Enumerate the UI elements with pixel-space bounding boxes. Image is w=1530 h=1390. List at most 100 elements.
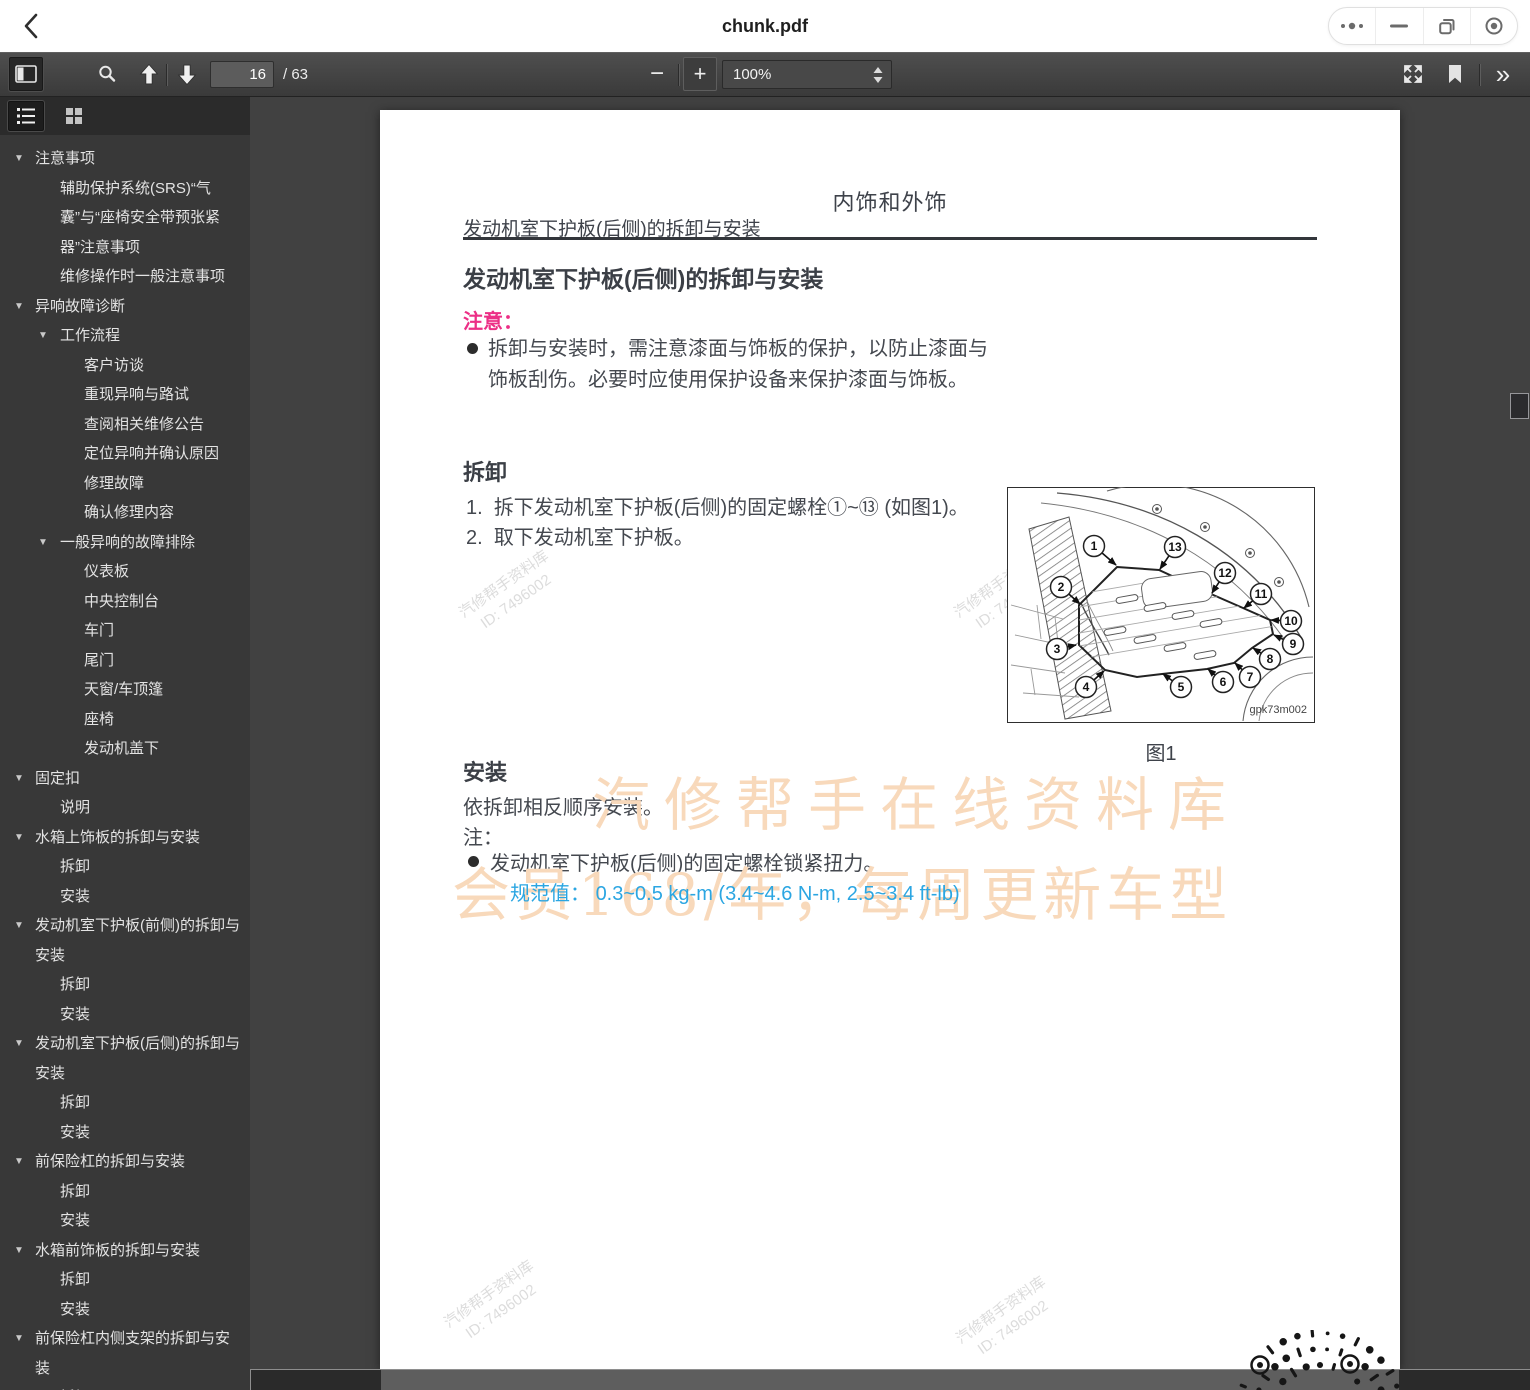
toc-item-label: 工作流程 [60,327,120,344]
toc-item[interactable]: ▼ 前保险杠的拆卸与安装 [0,1147,250,1177]
toc-item[interactable]: 确认修理内容 [0,498,250,528]
target-button[interactable] [1470,8,1517,44]
caret-down-icon[interactable]: ▼ [14,764,24,794]
caret-down-icon[interactable]: ▼ [14,1236,24,1266]
table-of-contents: ▼ 注意事项 辅助保护系统(SRS)“气囊”与“座椅安全带预张紧器”注意事项 维… [0,135,250,1390]
minimize-button[interactable] [1375,8,1422,44]
toc-item[interactable]: 仪表板 [0,557,250,587]
caret-down-icon[interactable]: ▼ [14,1147,24,1177]
toc-item[interactable]: 拆卸 [0,852,250,882]
toc-item[interactable]: 座椅 [0,705,250,735]
sidebar-toggle-button[interactable] [9,57,43,91]
toc-item-label: 安装 [60,1212,90,1229]
toc-item[interactable]: 拆卸 [0,970,250,1000]
toc-item[interactable]: ▼ 注意事项 [0,144,250,174]
toc-item[interactable]: 安装 [0,1206,250,1236]
zoom-value: 100% [733,66,771,83]
toc-item[interactable]: 拆卸 [0,1265,250,1295]
toc-item[interactable]: 安装 [0,1000,250,1030]
caret-down-icon[interactable]: ▼ [38,321,48,351]
caret-down-icon[interactable]: ▼ [14,911,24,941]
bullet-dot [468,856,479,867]
zoom-select[interactable]: 100% [722,60,892,89]
zoom-out-button[interactable]: − [640,57,674,91]
toc-item[interactable]: 中央控制台 [0,587,250,617]
toc-item[interactable]: 发动机盖下 [0,734,250,764]
caret-down-icon[interactable]: ▼ [14,1029,24,1059]
toc-item-label: 安装 [60,1124,90,1141]
zoom-in-button[interactable]: + [683,57,717,91]
page-number-input[interactable] [210,61,274,88]
circle-dot-icon [1484,16,1504,36]
float-window-button[interactable] [1423,8,1470,44]
toc-item[interactable]: 安装 [0,882,250,912]
fullscreen-icon [1402,63,1424,85]
figure-engine-undercover-diagram: 12345678910111213 gpk73m002 [1007,487,1315,723]
outline-view-button[interactable] [8,101,44,131]
toc-item[interactable]: 拆卸 [0,1177,250,1207]
toc-item-label: 水箱上饰板的拆卸与安装 [35,829,200,846]
toc-item[interactable]: ▼ 固定扣 [0,764,250,794]
next-page-button[interactable] [170,57,204,91]
toc-item-label: 拆卸 [60,858,90,875]
outline-icon [16,107,36,125]
toc-item[interactable]: 说明 [0,793,250,823]
toc-item[interactable]: 尾门 [0,646,250,676]
bullet-dot [467,343,478,354]
note-label: 注： [463,821,503,850]
more-options-button[interactable] [1329,8,1375,44]
toc-item[interactable]: 维修操作时一般注意事项 [0,262,250,292]
more-tools-button[interactable]: » [1486,57,1520,91]
vertical-scrollbar[interactable] [1510,97,1530,1369]
toc-item[interactable]: 车门 [0,616,250,646]
bookmark-button[interactable] [1438,57,1472,91]
svg-text:8: 8 [1267,652,1274,666]
toc-item[interactable]: 定位异响并确认原因 [0,439,250,469]
toc-item-label: 异响故障诊断 [35,298,125,315]
toc-item[interactable]: ▼ 水箱上饰板的拆卸与安装 [0,823,250,853]
toc-item[interactable]: 修理故障 [0,469,250,499]
toolbar-separator [678,64,679,86]
titlebar: chunk.pdf [0,0,1530,52]
fullscreen-button[interactable] [1396,57,1430,91]
page-header: 内饰和外饰 [380,185,1400,217]
toc-item[interactable]: ▼ 发动机室下护板(前侧)的拆卸与安装 [0,911,250,970]
toc-item[interactable]: ▼ 一般异响的故障排除 [0,528,250,558]
toc-item-label: 发动机室下护板(后侧)的拆卸与安装 [35,1035,240,1082]
toc-item[interactable]: 重现异响与路试 [0,380,250,410]
toc-item-label: 注意事项 [35,150,95,167]
toc-item[interactable]: ▼ 异响故障诊断 [0,292,250,322]
page-count-label: / 63 [283,52,308,97]
search-button[interactable] [90,57,124,91]
toc-item-label: 拆卸 [60,1094,90,1111]
caret-down-icon[interactable]: ▼ [14,1324,24,1354]
toc-item[interactable]: 查阅相关维修公告 [0,410,250,440]
caret-down-icon[interactable]: ▼ [14,292,24,322]
toc-item-label: 一般异响的故障排除 [60,534,195,551]
caret-down-icon[interactable]: ▼ [38,528,48,558]
arrow-up-icon [139,64,159,85]
thumbnails-view-button[interactable] [56,101,92,131]
toc-item[interactable]: ▼ 发动机室下护板(后侧)的拆卸与安装 [0,1029,250,1088]
toc-item[interactable]: 辅助保护系统(SRS)“气囊”与“座椅安全带预张紧器”注意事项 [0,174,250,263]
toc-item[interactable]: ▼ 工作流程 [0,321,250,351]
toc-item[interactable]: 安装 [0,1118,250,1148]
previous-page-button[interactable] [132,57,166,91]
toc-item-label: 拆卸 [60,976,90,993]
toc-item-label: 前保险杠的拆卸与安装 [35,1153,185,1170]
toc-item[interactable]: ▼ 水箱前饰板的拆卸与安装 [0,1236,250,1266]
toc-item-label: 尾门 [84,652,114,669]
caret-down-icon[interactable]: ▼ [14,144,24,174]
toc-item-label: 仪表板 [84,563,129,580]
pdf-toolbar: / 63 − + 100% » [0,52,1530,97]
vertical-scroll-thumb[interactable] [1510,393,1529,419]
caret-down-icon[interactable]: ▼ [14,823,24,853]
toc-item[interactable]: 安装 [0,1295,250,1325]
figure-caption: 图1 [1007,737,1315,766]
toc-item[interactable]: ▼ 前保险杠内侧支架的拆卸与安装 [0,1324,250,1383]
toc-item[interactable]: 客户访谈 [0,351,250,381]
svg-text:6: 6 [1220,675,1227,689]
toc-item[interactable]: 拆卸 [0,1383,250,1390]
toc-item[interactable]: 拆卸 [0,1088,250,1118]
toc-item[interactable]: 天窗/车顶篷 [0,675,250,705]
